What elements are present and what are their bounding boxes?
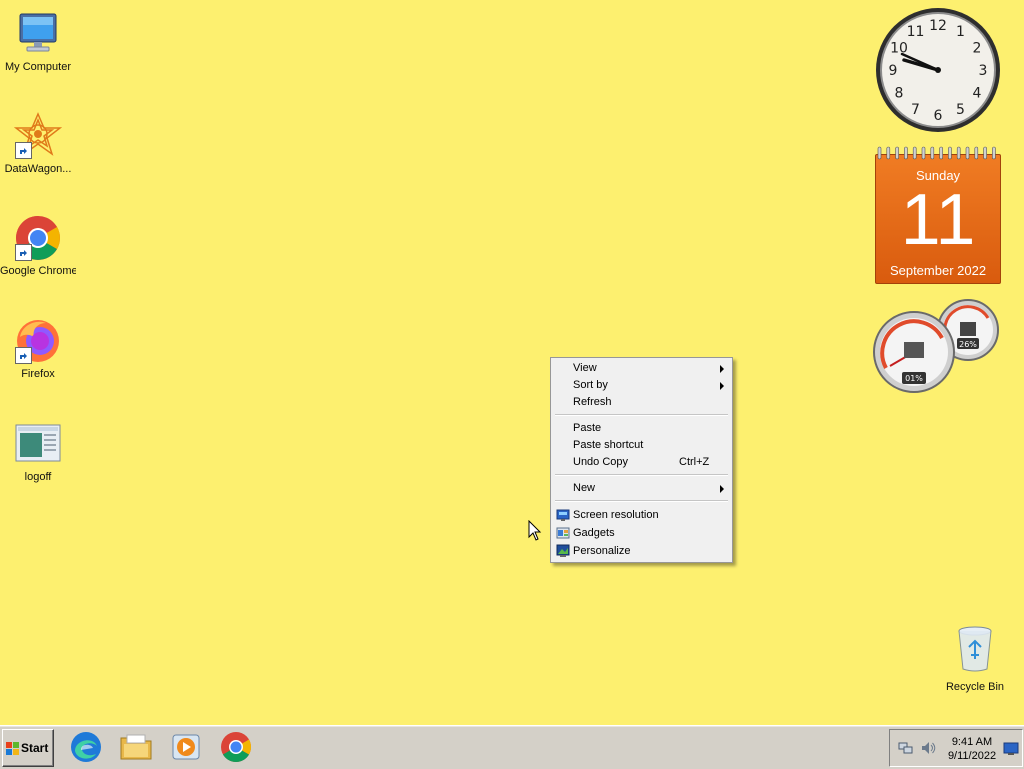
screen-resolution-icon (556, 508, 570, 522)
taskbar-time: 9:41 AM (951, 736, 993, 748)
taskbar: Start 9:41 AM 9/11/2022 (0, 725, 1024, 769)
network-icon[interactable] (898, 740, 914, 760)
cpu-meter-gadget[interactable]: 26% 01% (872, 298, 1004, 396)
desktop-icon-firefox[interactable]: Firefox (0, 317, 76, 380)
personalize-icon (556, 544, 570, 558)
submenu-arrow-icon (720, 485, 724, 493)
calendar-page: Sunday 11 September 2022 (875, 154, 1001, 284)
menu-item-undo-copy[interactable]: Undo Copy Ctrl+Z (553, 454, 730, 471)
shortcut-arrow-icon (15, 347, 32, 364)
menu-item-gadgets[interactable]: Gadgets (553, 525, 730, 542)
clock-numeral: 11 (907, 24, 925, 40)
memory-percent: 26% (959, 340, 977, 349)
menu-item-view[interactable]: View (553, 360, 730, 377)
file-explorer-icon (119, 734, 153, 768)
desktop-icon-label: DataWagon... (4, 163, 72, 175)
recycle-bin-icon (955, 625, 995, 673)
datawagon-icon (13, 112, 63, 160)
mouse-cursor-icon (528, 519, 542, 542)
desktop-icon-label: Recycle Bin (945, 681, 1005, 693)
menu-item-sort-by[interactable]: Sort by (553, 377, 730, 394)
taskbar-media-player-button[interactable] (169, 730, 203, 764)
shortcut-arrow-icon (15, 142, 32, 159)
menu-item-refresh[interactable]: Refresh (553, 394, 730, 411)
clock-numeral: 8 (895, 86, 904, 102)
menu-item-paste[interactable]: Paste (553, 420, 730, 437)
start-button[interactable]: Start (2, 729, 54, 767)
menu-item-new[interactable]: New (553, 480, 730, 497)
taskbar-edge-button[interactable] (69, 730, 103, 764)
menu-item-personalize[interactable]: Personalize (553, 543, 730, 560)
submenu-arrow-icon (720, 365, 724, 373)
firefox-icon (14, 317, 62, 365)
clock-numeral: 3 (979, 63, 988, 79)
edge-icon (69, 732, 103, 768)
desktop-context-menu: View Sort by Refresh Paste Paste shortcu… (550, 357, 733, 563)
menu-item-screen-resolution[interactable]: Screen resolution (553, 507, 730, 524)
desktop-icon-label: Google Chrome (0, 265, 76, 277)
cpu-percent: 01% (905, 374, 923, 383)
submenu-arrow-icon (720, 382, 724, 390)
show-desktop-icon[interactable] (1003, 741, 1019, 760)
menu-shortcut: Ctrl+Z (679, 456, 710, 468)
clock-numeral: 7 (911, 102, 920, 118)
taskbar-clock[interactable]: 9:41 AM 9/11/2022 (942, 735, 1002, 763)
chrome-icon (14, 214, 62, 262)
shortcut-arrow-icon (15, 244, 32, 261)
clock-numeral: 4 (973, 86, 982, 102)
desktop-icon-my-computer[interactable]: My Computer (0, 10, 76, 73)
calendar-gadget[interactable]: Sunday 11 September 2022 (874, 146, 1002, 284)
menu-separator (555, 500, 728, 502)
calendar-day-number: 11 (900, 180, 976, 260)
menu-separator (555, 474, 728, 476)
desktop-icon-label: My Computer (4, 61, 72, 73)
clock-numeral: 5 (956, 102, 965, 118)
taskbar-file-explorer-button[interactable] (119, 730, 153, 764)
logoff-icon (14, 420, 62, 468)
clock-numeral: 1 (956, 24, 965, 40)
desktop-icon-google-chrome[interactable]: Google Chrome (0, 214, 76, 277)
cpu-chip-icon (904, 342, 924, 358)
windows-logo-icon (6, 742, 19, 755)
clock-gadget[interactable]: 12 1 2 3 4 5 6 7 8 9 10 11 (874, 6, 1002, 134)
menu-item-paste-shortcut[interactable]: Paste shortcut (553, 437, 730, 454)
chrome-icon (219, 732, 253, 768)
calendar-rings-icon (877, 146, 996, 160)
media-player-icon (169, 734, 203, 768)
gadgets-icon (556, 526, 570, 540)
taskbar-date: 9/11/2022 (947, 750, 997, 762)
desktop-icon-logoff[interactable]: logoff (0, 420, 76, 483)
desktop-icon-recycle-bin[interactable]: Recycle Bin (940, 625, 1010, 693)
memory-chip-icon (960, 322, 976, 336)
menu-separator (555, 414, 728, 416)
clock-numeral: 6 (934, 108, 943, 124)
calendar-month-year: September 2022 (889, 263, 987, 278)
desktop-icon-label: Firefox (21, 368, 55, 380)
start-label: Start (21, 741, 49, 755)
taskbar-chrome-button[interactable] (219, 730, 253, 764)
computer-icon (14, 10, 62, 58)
volume-icon[interactable] (920, 740, 936, 760)
system-tray: 9:41 AM 9/11/2022 (889, 729, 1023, 767)
desktop-icon-datawagon[interactable]: DataWagon... (0, 112, 76, 175)
clock-numeral: 2 (973, 41, 982, 57)
clock-numeral: 9 (889, 63, 898, 79)
clock-numeral: 12 (929, 18, 947, 34)
desktop-icon-label: logoff (24, 471, 52, 483)
